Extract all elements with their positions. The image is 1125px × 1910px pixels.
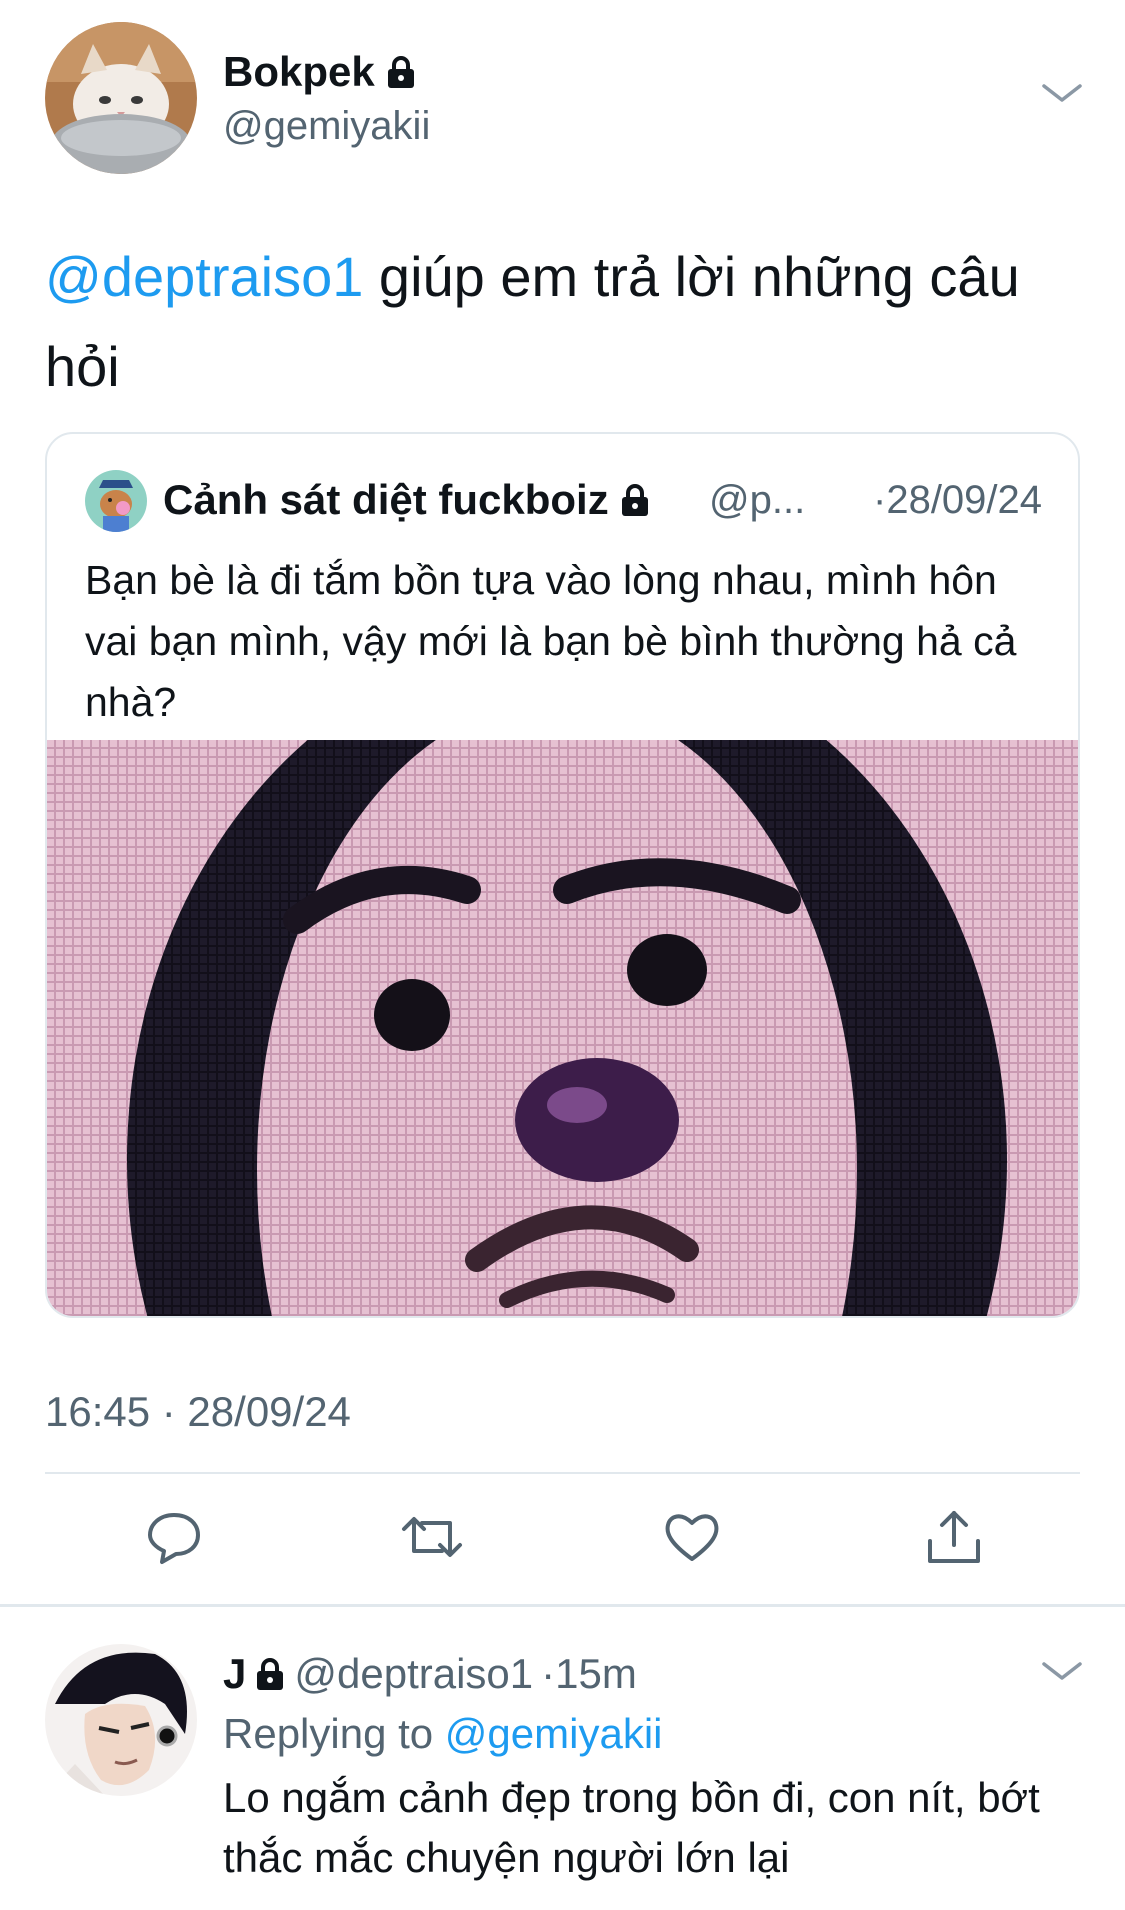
reply-meta: J @deptraiso1·15m — [223, 1650, 637, 1698]
display-name[interactable]: Bokpek — [223, 48, 417, 96]
replying-to-mention[interactable]: @gemiyakii — [445, 1710, 663, 1757]
anime-avatar-image — [45, 1644, 197, 1796]
quoted-date: ·28/09/24 — [873, 478, 1043, 522]
mention-link[interactable]: @deptraiso1 — [45, 245, 363, 308]
replying-to-label: Replying to — [223, 1710, 445, 1757]
reply-display-name[interactable]: J — [223, 1650, 246, 1698]
chevron-down-icon[interactable] — [1040, 1658, 1084, 1684]
quoted-avatar — [85, 470, 147, 532]
quoted-image[interactable] — [47, 640, 1078, 1316]
section-divider — [0, 1604, 1125, 1607]
display-name-label[interactable]: Bokpek — [223, 48, 375, 96]
action-bar — [0, 1505, 1125, 1575]
reply-tweet[interactable]: J @deptraiso1·15m Replying to @gemiyakii… — [0, 1610, 1125, 1910]
lock-icon — [387, 56, 414, 88]
quoted-display-name-label[interactable]: Cảnh sát diệt fuckboiz — [163, 476, 609, 524]
reply-icon[interactable] — [142, 1505, 206, 1569]
police-cartoon-avatar-image — [85, 470, 147, 532]
quoted-handle[interactable]: @p... — [709, 478, 805, 523]
reply-avatar[interactable] — [45, 1644, 197, 1796]
quoted-display-name[interactable]: Cảnh sát diệt fuckboiz — [163, 476, 651, 524]
tweet-text: @deptraiso1 giúp em trả lời những câu hỏ… — [45, 232, 1085, 412]
quoted-text: Bạn bè là đi tắm bồn tựa vào lòng nhau, … — [85, 557, 1017, 725]
reply-text: Lo ngắm cảnh đẹp trong bồn đi, con nít, … — [223, 1774, 1040, 1881]
divider — [45, 1472, 1080, 1474]
tweet-header: Bokpek @gemiyakii — [0, 0, 1125, 190]
cat-avatar-image — [45, 22, 197, 174]
reply-time: ·15m — [541, 1650, 637, 1697]
reply-handle[interactable]: @deptraiso1 — [294, 1650, 533, 1698]
chevron-down-icon[interactable] — [1040, 80, 1084, 106]
replying-to: Replying to @gemiyakii — [223, 1710, 663, 1758]
user-handle[interactable]: @gemiyakii — [223, 104, 430, 149]
share-icon[interactable] — [922, 1505, 986, 1569]
lock-icon — [257, 1658, 284, 1690]
cartoon-face-meme-image — [47, 640, 1078, 1316]
like-icon[interactable] — [660, 1505, 724, 1569]
avatar[interactable] — [45, 22, 197, 174]
tweet-timestamp: 16:45 · 28/09/24 — [45, 1388, 351, 1435]
retweet-icon[interactable] — [400, 1505, 464, 1569]
lock-icon — [621, 484, 648, 516]
quoted-tweet[interactable]: Cảnh sát diệt fuckboiz @p... ·28/09/24 B… — [45, 432, 1080, 1318]
